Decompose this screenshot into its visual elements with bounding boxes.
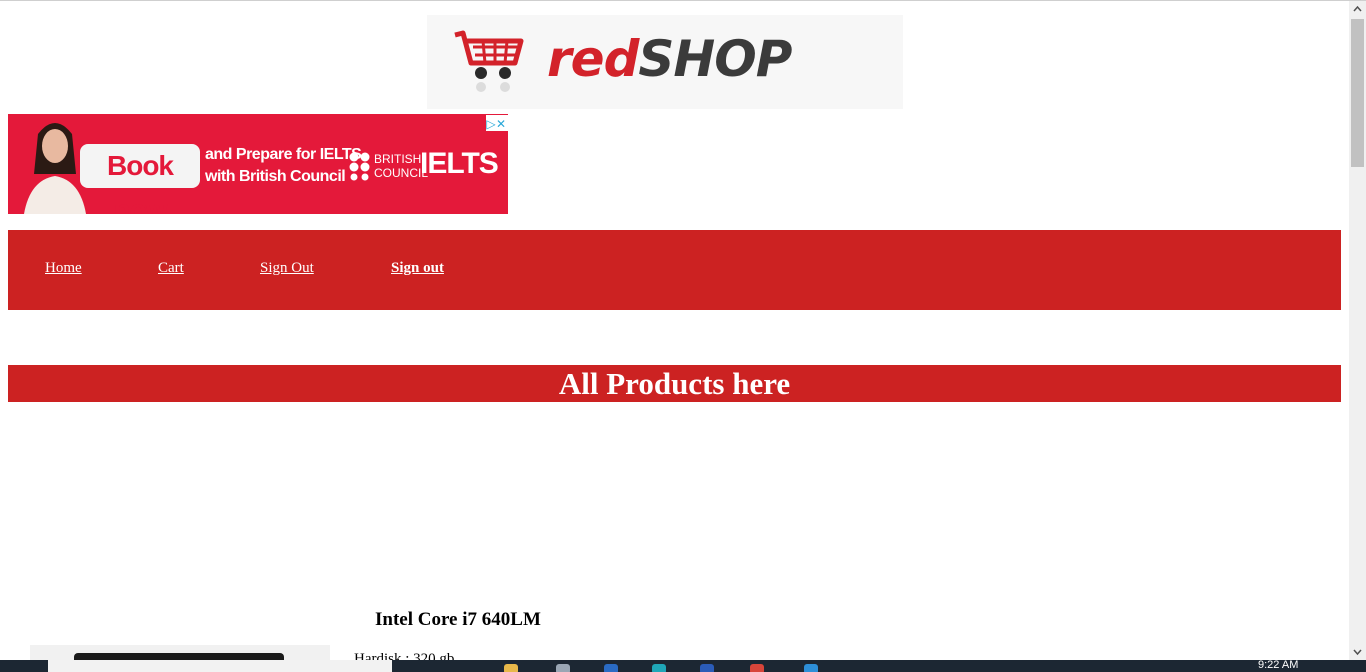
ad-controls: ▷✕ bbox=[486, 115, 508, 131]
shopping-cart-icon bbox=[454, 30, 524, 92]
scroll-down-arrow-icon[interactable] bbox=[1349, 643, 1366, 660]
store-icon[interactable] bbox=[556, 664, 570, 672]
ad-line1: and Prepare for IELTS bbox=[205, 146, 362, 163]
product-spec: Hardisk : 320 gb bbox=[354, 651, 455, 660]
nav-home-link[interactable]: Home bbox=[45, 260, 82, 277]
close-icon[interactable]: ✕ bbox=[496, 117, 506, 131]
windows-taskbar: 9:22 AM bbox=[0, 660, 1366, 672]
book-now-button[interactable]: Book now bbox=[80, 144, 200, 214]
chrome-icon[interactable] bbox=[750, 664, 764, 672]
word-icon[interactable] bbox=[700, 664, 714, 672]
nav-sign-out-bold-link[interactable]: Sign out bbox=[391, 260, 444, 277]
british-council-line1: BRITISH bbox=[374, 152, 422, 166]
ad-line2: with British Council bbox=[205, 168, 346, 185]
nav-cart-link[interactable]: Cart bbox=[158, 260, 184, 277]
taskbar-search-box[interactable] bbox=[48, 660, 392, 672]
product-title: Intel Core i7 640LM bbox=[375, 609, 541, 630]
taskbar-clock[interactable]: 9:22 AM bbox=[1258, 660, 1298, 671]
page-title: All Products here bbox=[558, 366, 791, 401]
product-image[interactable] bbox=[30, 645, 330, 660]
british-council-logo-icon bbox=[349, 152, 370, 181]
scroll-up-arrow-icon[interactable] bbox=[1349, 1, 1366, 18]
edge-icon[interactable] bbox=[604, 664, 618, 672]
logo-wordmark: redSHOP bbox=[547, 29, 792, 89]
file-explorer-icon[interactable] bbox=[504, 664, 518, 672]
laptop-image-shape bbox=[74, 653, 284, 660]
nav-sign-out-link[interactable]: Sign Out bbox=[260, 260, 314, 277]
scroll-thumb[interactable] bbox=[1351, 19, 1364, 167]
ad-banner[interactable]: Book now and Prepare for IELTS with Brit… bbox=[8, 114, 508, 214]
vscode-icon[interactable] bbox=[804, 664, 818, 672]
ielts-logo-text: IELTS bbox=[420, 147, 499, 180]
main-nav: Home Cart Sign Out Sign out bbox=[8, 230, 1341, 310]
app-icon[interactable] bbox=[652, 664, 666, 672]
redshop-logo[interactable]: redSHOP bbox=[427, 15, 903, 109]
adchoices-icon[interactable]: ▷ bbox=[486, 117, 496, 131]
logo-dark-text: SHOP bbox=[638, 30, 792, 88]
products-heading-bar: All Products here bbox=[8, 365, 1341, 402]
vertical-scrollbar[interactable] bbox=[1349, 1, 1366, 660]
page: redSHOP Book now and Prepare for IELTS w… bbox=[0, 1, 1349, 660]
logo-red-text: red bbox=[547, 30, 639, 88]
